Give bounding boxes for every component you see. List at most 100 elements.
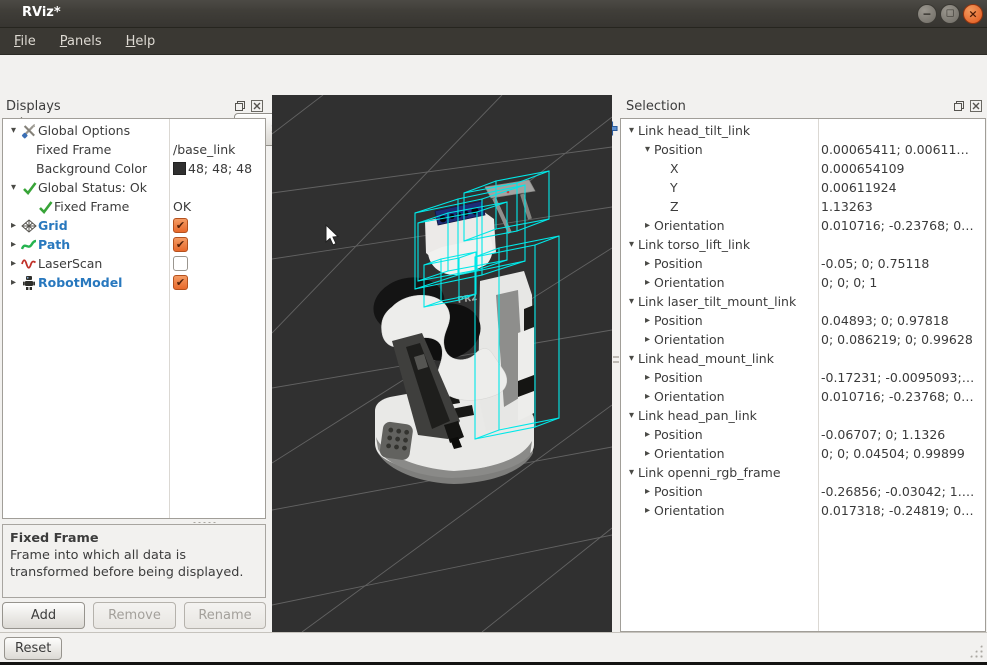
selection-close-button[interactable] [969,99,982,112]
enable-checkbox[interactable]: ✔ [173,275,188,290]
enable-checkbox[interactable]: ✔ [173,237,188,252]
display-row[interactable]: ▸Grid✔ [3,216,265,235]
expander-icon[interactable]: ▾ [625,406,638,425]
display-row[interactable]: ▸Path✔ [3,235,265,254]
display-row[interactable]: ▸LaserScan✔ [3,254,265,273]
row-value[interactable]: -0.17231; -0.0095093;… [821,368,984,387]
display-row[interactable]: ▾Global Status: Ok [3,178,265,197]
selection-row[interactable]: ▸Orientation0.017318; -0.24819; 0… [621,501,985,520]
close-button[interactable]: × [963,4,983,24]
selection-row[interactable]: ▾Link torso_lift_link [621,235,985,254]
expander-icon[interactable]: ▸ [641,330,654,349]
selection-row[interactable]: ▾Position0.00065411; 0.00611… [621,140,985,159]
selection-row[interactable]: ▸Position-0.05; 0; 0.75118 [621,254,985,273]
expander-icon[interactable]: ▸ [641,311,654,330]
row-value[interactable]: 0; 0; 0; 1 [821,273,984,292]
selection-row[interactable]: ▸Orientation0; 0; 0; 1 [621,273,985,292]
expander-icon[interactable]: ▸ [641,368,654,387]
expander-icon[interactable]: ▸ [641,254,654,273]
color-swatch[interactable] [173,162,186,175]
selection-row[interactable]: ▸Position-0.17231; -0.0095093;… [621,368,985,387]
reset-button[interactable]: Reset [4,637,62,660]
titlebar[interactable]: RViz* − □ × [0,0,987,28]
3d-viewport[interactable]: PR2 [272,95,612,632]
selection-row[interactable]: ▾Link head_pan_link [621,406,985,425]
row-value[interactable]: ✔ [173,254,265,273]
add-button[interactable]: Add [2,602,85,629]
expander-icon[interactable]: ▾ [7,178,20,197]
selection-row[interactable]: ▸Orientation0.010716; -0.23768; 0… [621,216,985,235]
expander-icon[interactable]: ▾ [7,121,20,140]
selection-row[interactable]: Z1.13263 [621,197,985,216]
selection-row[interactable]: ▸Position0.04893; 0; 0.97818 [621,311,985,330]
row-value[interactable]: ✔ [173,273,265,292]
expander-icon[interactable]: ▸ [7,216,20,235]
selection-row[interactable]: ▾Link head_tilt_link [621,121,985,140]
row-value[interactable]: /base_link [173,140,265,159]
expander-icon[interactable]: ▸ [7,273,20,292]
displays-close-button[interactable] [250,99,263,112]
displays-tree[interactable]: ▾Global OptionsFixed Frame/base_linkBack… [2,118,266,519]
expander-icon[interactable]: ▸ [641,444,654,463]
expander-icon[interactable]: ▸ [7,254,20,273]
enable-checkbox[interactable]: ✔ [173,218,188,233]
expander-icon[interactable]: ▸ [641,501,654,520]
row-value[interactable]: 0.00611924 [821,178,984,197]
row-value[interactable]: 0.017318; -0.24819; 0… [821,501,984,520]
expander-icon[interactable]: ▾ [625,121,638,140]
expander-icon[interactable]: ▾ [625,463,638,482]
display-row[interactable]: ▸RobotModel✔ [3,273,265,292]
row-value[interactable]: 0.000654109 [821,159,984,178]
expander-icon[interactable]: ▾ [625,292,638,311]
display-row[interactable]: Background Color48; 48; 48 [3,159,265,178]
row-value[interactable]: 0.04893; 0; 0.97818 [821,311,984,330]
window-resize-grip[interactable] [969,644,983,658]
display-row[interactable]: Fixed Frame/base_link [3,140,265,159]
expander-icon[interactable]: ▾ [641,140,654,159]
rename-button[interactable]: Rename [184,602,266,629]
row-value[interactable]: ✔ [173,235,265,254]
row-value[interactable]: OK [173,197,265,216]
row-value[interactable]: 0; 0.086219; 0; 0.99628 [821,330,984,349]
selection-row[interactable]: ▸Position-0.26856; -0.03042; 1.… [621,482,985,501]
row-value[interactable]: 0; 0; 0.04504; 0.99899 [821,444,984,463]
expander-icon[interactable]: ▸ [641,273,654,292]
expander-icon[interactable]: ▾ [625,235,638,254]
expander-icon[interactable]: ▸ [641,387,654,406]
enable-checkbox[interactable]: ✔ [173,256,188,271]
selection-row[interactable]: ▾Link laser_tilt_mount_link [621,292,985,311]
row-value[interactable]: ✔ [173,216,265,235]
selection-tree[interactable]: ▾Link head_tilt_link▾Position0.00065411;… [620,118,986,632]
vertical-splitter-handle[interactable] [613,353,619,375]
row-value[interactable]: 0.00065411; 0.00611… [821,140,984,159]
expander-icon[interactable]: ▾ [625,349,638,368]
display-row[interactable]: Fixed FrameOK [3,197,265,216]
selection-row[interactable]: ▸Orientation0; 0.086219; 0; 0.99628 [621,330,985,349]
selection-row[interactable]: ▸Orientation0.010716; -0.23768; 0… [621,387,985,406]
selection-float-button[interactable] [952,99,965,112]
displays-float-button[interactable] [233,99,246,112]
minimize-button[interactable]: − [917,4,937,24]
expander-icon[interactable]: ▸ [641,482,654,501]
selection-row[interactable]: ▸Position-0.06707; 0; 1.1326 [621,425,985,444]
selection-row[interactable]: X0.000654109 [621,159,985,178]
maximize-button[interactable]: □ [940,4,960,24]
selection-row[interactable]: Y0.00611924 [621,178,985,197]
menu-help[interactable]: Help [124,32,158,51]
selection-row[interactable]: ▸Orientation0; 0; 0.04504; 0.99899 [621,444,985,463]
row-value[interactable]: 0.010716; -0.23768; 0… [821,216,984,235]
selection-row[interactable]: ▾Link openni_rgb_frame [621,463,985,482]
expander-icon[interactable]: ▸ [641,425,654,444]
selection-row[interactable]: ▾Link head_mount_link [621,349,985,368]
expander-icon[interactable]: ▸ [7,235,20,254]
row-value[interactable]: -0.05; 0; 0.75118 [821,254,984,273]
display-row[interactable]: ▾Global Options [3,121,265,140]
menu-panels[interactable]: Panels [58,32,104,51]
row-value[interactable]: 48; 48; 48 [173,159,265,178]
row-value[interactable]: -0.26856; -0.03042; 1.… [821,482,984,501]
row-value[interactable]: -0.06707; 0; 1.1326 [821,425,984,444]
menu-file[interactable]: File [12,32,38,51]
row-value[interactable]: 0.010716; -0.23768; 0… [821,387,984,406]
row-value[interactable]: 1.13263 [821,197,984,216]
expander-icon[interactable]: ▸ [641,216,654,235]
